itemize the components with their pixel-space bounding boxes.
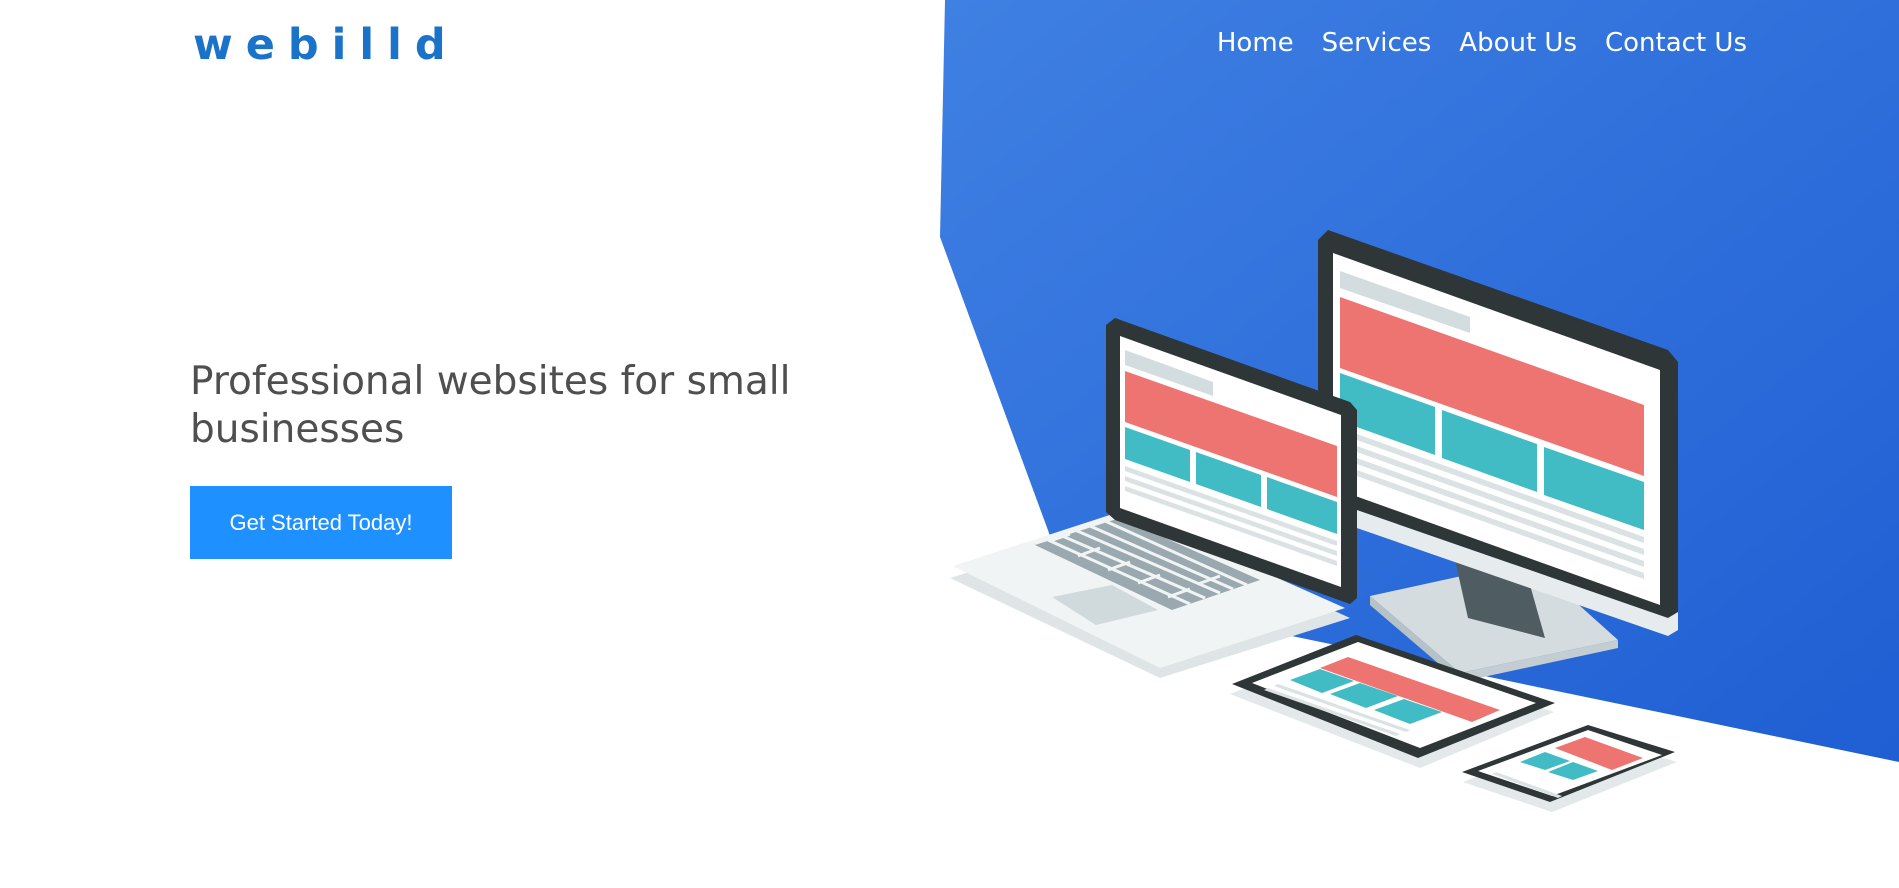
hero-title: Professional websites for small business… [190,359,791,452]
get-started-button[interactable]: Get Started Today! [190,486,452,559]
site-logo[interactable]: webilld [193,17,459,73]
site-header: webilld Home Services About Us Contact U… [0,0,1899,90]
nav-link-contact-us[interactable]: Contact Us [1605,23,1747,63]
main-nav: Home Services About Us Contact Us [1217,23,1747,63]
nav-link-services[interactable]: Services [1322,23,1432,63]
nav-link-about-us[interactable]: About Us [1459,23,1577,63]
nav-link-home[interactable]: Home [1217,23,1294,63]
